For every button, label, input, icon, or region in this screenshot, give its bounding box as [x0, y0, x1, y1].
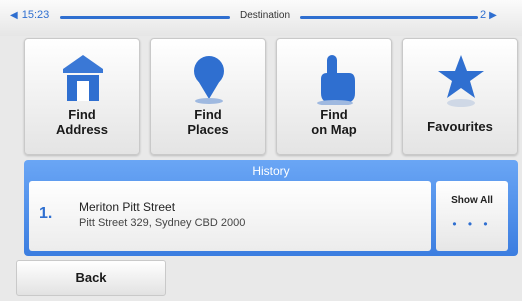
hand-pointer-icon	[277, 53, 391, 106]
history-panel: History 1. Meriton Pitt Street Pitt Stre…	[24, 160, 518, 256]
menu-tiles: Find Address Find Places Find on Map Fav…	[24, 38, 522, 158]
more-dots-icon: • • •	[452, 217, 492, 231]
history-header: History	[252, 164, 290, 178]
favourites-button[interactable]: Favourites	[402, 38, 518, 155]
find-places-label: Find Places	[187, 107, 229, 137]
star-icon	[403, 53, 517, 107]
screen-title: Destination	[239, 10, 291, 21]
find-places-button[interactable]: Find Places	[150, 38, 266, 155]
favourites-label: Favourites	[427, 119, 493, 134]
status-bar: ◀ 15:23 Destination 2 ▶	[0, 0, 522, 36]
route-line-right	[300, 16, 478, 19]
status-right-text: 2	[480, 9, 487, 21]
find-address-button[interactable]: Find Address	[24, 38, 140, 155]
find-on-map-label: Find on Map	[311, 107, 357, 137]
map-pin-icon	[151, 53, 265, 105]
show-all-label: Show All	[451, 195, 493, 206]
house-icon	[25, 53, 139, 105]
arrow-right-icon: ▶	[489, 9, 497, 21]
arrow-left-icon: ◀	[10, 9, 18, 21]
status-left: ◀ 15:23	[10, 9, 49, 21]
status-left-text: 15:23	[21, 9, 50, 21]
status-right: 2 ▶	[480, 9, 497, 21]
history-entry-number: 1.	[39, 205, 53, 222]
back-button[interactable]: Back	[16, 260, 166, 296]
find-on-map-button[interactable]: Find on Map	[276, 38, 392, 155]
history-entry[interactable]: 1. Meriton Pitt Street Pitt Street 329, …	[29, 181, 431, 251]
history-entry-name: Meriton Pitt Street	[79, 200, 176, 214]
history-entry-address: Pitt Street 329, Sydney CBD 2000	[79, 217, 246, 229]
route-line-left	[60, 16, 230, 19]
show-all-button[interactable]: Show All • • •	[436, 181, 508, 251]
find-address-label: Find Address	[55, 107, 109, 137]
